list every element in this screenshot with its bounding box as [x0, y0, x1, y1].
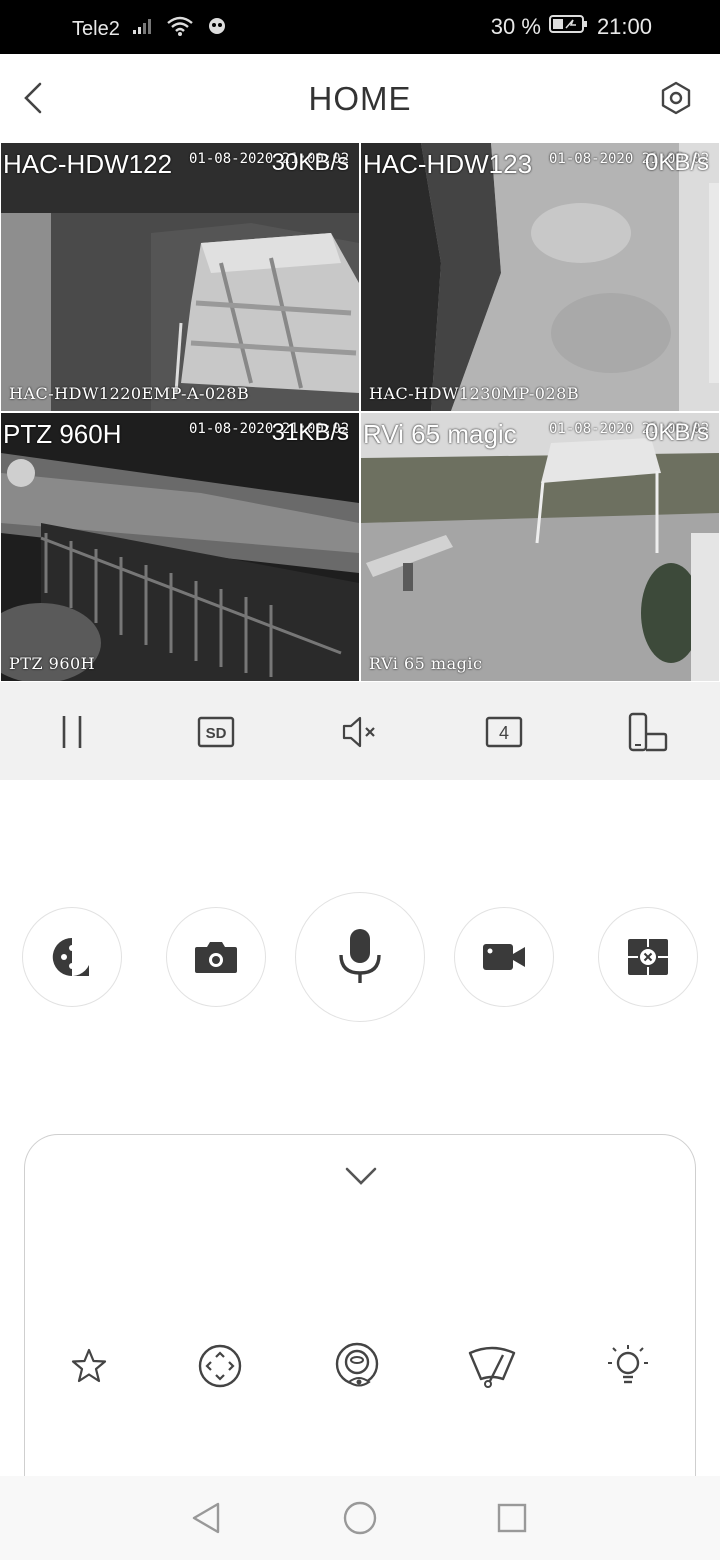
battery-icon — [548, 14, 589, 40]
fullscreen-rotate-icon — [628, 712, 668, 752]
status-right: 30 % 21:00 — [491, 14, 652, 40]
mute-button[interactable] — [338, 710, 382, 754]
light-icon — [608, 1345, 648, 1384]
camera-feed-image — [361, 143, 719, 411]
close-all-icon — [628, 939, 668, 975]
wiper-button[interactable] — [467, 1341, 517, 1391]
talk-mic-icon — [339, 929, 381, 983]
camera-grid: HAC-HDW122 01-08-2020 21:00:02 30KB/s HA… — [0, 142, 720, 682]
battery-percent: 30 % — [490, 14, 541, 39]
app-header: HOME — [0, 54, 720, 142]
direction-button[interactable] — [195, 1341, 245, 1391]
nav-back-button[interactable] — [186, 1498, 226, 1538]
fisheye-icon — [335, 1342, 379, 1387]
light-button[interactable] — [603, 1341, 653, 1391]
camera-bitrate: 0KB/s — [644, 419, 709, 446]
record-button[interactable] — [454, 907, 554, 1007]
system-nav-bar — [0, 1476, 720, 1560]
status-left: Tele2 — [72, 15, 228, 43]
page-title: HOME — [308, 80, 412, 117]
favorite-button[interactable] — [64, 1341, 114, 1391]
camera-osd-label: HAC-HDW1230MP-028B — [369, 384, 580, 403]
camera-osd-label: PTZ 960H — [9, 654, 96, 673]
nav-recents-button[interactable] — [492, 1498, 532, 1538]
camera-tile-3[interactable]: PTZ 960H 01-08-2020 21:00:02 31KB/s PTZ … — [1, 413, 359, 681]
camera-tile-2[interactable]: HAC-HDW123 01-08-2020 21:00:02 0KB/s HAC… — [361, 143, 719, 411]
split-view-button[interactable]: 4 — [482, 710, 526, 754]
camera-osd-label: RVi 65 magic — [369, 654, 483, 673]
camera-title: PTZ 960H — [3, 419, 122, 449]
camera-feed-image — [1, 413, 359, 681]
camera-bitrate: 30KB/s — [271, 149, 349, 176]
ptz-button[interactable] — [22, 907, 122, 1007]
rotate-fullscreen-button[interactable] — [626, 710, 670, 754]
action-buttons — [0, 890, 720, 1030]
sd-label: SD — [206, 725, 227, 742]
pause-button[interactable] — [50, 710, 94, 754]
camera-title: HAC-HDW123 — [363, 149, 533, 179]
camera-feed-image — [361, 413, 719, 681]
clock: 21:00 — [596, 14, 652, 39]
carrier-label: Tele2 — [72, 17, 120, 40]
split-count-icon: 4 — [485, 716, 523, 748]
recents-square-icon — [497, 1503, 527, 1533]
camera-title: HAC-HDW122 — [3, 149, 173, 179]
back-triangle-icon — [192, 1502, 220, 1534]
direction-icon — [198, 1344, 242, 1388]
playback-control-bar: SD 4 — [0, 682, 720, 780]
talk-button[interactable] — [295, 892, 425, 1022]
split-count-label: 4 — [499, 723, 509, 743]
close-all-button[interactable] — [598, 907, 698, 1007]
chevron-down-icon — [345, 1167, 377, 1185]
fisheye-button[interactable] — [332, 1341, 382, 1391]
status-bar: Tele2 30 % 21:00 — [0, 0, 720, 54]
camera-title: RVi 65 magic — [363, 419, 517, 449]
record-icon — [483, 944, 525, 970]
notification-icon — [206, 15, 228, 43]
favorite-star-icon — [71, 1348, 107, 1383]
nav-home-button[interactable] — [340, 1498, 380, 1538]
collapse-panel-button[interactable] — [341, 1161, 381, 1191]
ptz-panel — [24, 1134, 696, 1476]
snapshot-icon — [195, 942, 237, 973]
quality-button[interactable]: SD — [194, 710, 238, 754]
camera-bitrate: 0KB/s — [644, 149, 709, 176]
camera-osd-label: HAC-HDW1220EMP-A-028B — [9, 384, 250, 403]
camera-feed-image — [1, 143, 359, 411]
mute-icon — [342, 716, 375, 748]
wiper-icon — [468, 1346, 516, 1388]
settings-button[interactable] — [658, 80, 694, 116]
pause-icon — [62, 716, 82, 748]
screen: Tele2 30 % 21:00 HOME HAC-HDW122 01-08-2… — [0, 0, 720, 1560]
signal-icon — [132, 17, 154, 41]
settings-hex-icon — [661, 81, 691, 115]
snapshot-button[interactable] — [166, 907, 266, 1007]
wifi-icon — [166, 15, 194, 43]
sd-quality-icon: SD — [197, 716, 235, 748]
camera-tile-1[interactable]: HAC-HDW122 01-08-2020 21:00:02 30KB/s HA… — [1, 143, 359, 411]
home-circle-icon — [343, 1501, 377, 1535]
ptz-icon — [52, 937, 89, 976]
camera-bitrate: 31KB/s — [271, 419, 349, 446]
camera-tile-4[interactable]: RVi 65 magic 01-08-2020 21:00:02 0KB/s R… — [361, 413, 719, 681]
